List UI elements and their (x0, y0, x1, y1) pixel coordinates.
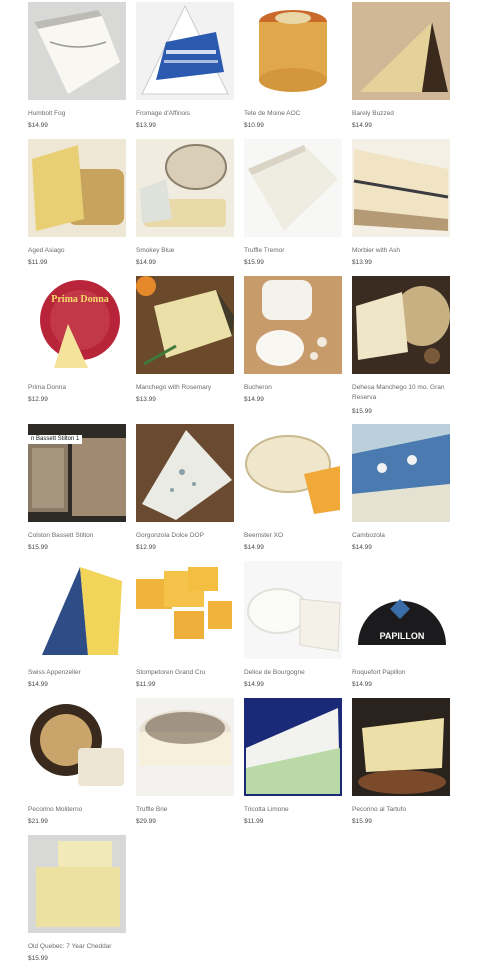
bucheron-image[interactable] (244, 276, 342, 374)
product-name[interactable]: Swiss Appenzeller (28, 668, 126, 678)
aged-asiago-image[interactable] (28, 139, 126, 237)
pecorino-tartufo-image[interactable] (352, 698, 450, 796)
product-name[interactable]: Colston Bassett Stilton (28, 531, 126, 541)
product-name[interactable]: Pecorino Moliterno (28, 805, 126, 815)
product-price: $15.99 (244, 259, 264, 266)
beemster-image[interactable] (244, 424, 342, 522)
product-price: $15.99 (28, 544, 48, 551)
product-price: $29.99 (136, 818, 156, 825)
dehesa-manchego-image[interactable] (352, 276, 450, 374)
smokey-blue-image[interactable] (136, 139, 234, 237)
product-name[interactable]: Pecorino al Tartufo (352, 805, 450, 815)
product-price: $14.99 (28, 681, 48, 688)
barely-buzzed-image[interactable] (352, 2, 450, 100)
product-price: $14.99 (352, 122, 372, 129)
product-price: $12.99 (28, 396, 48, 403)
product-price: $14.99 (244, 396, 264, 403)
product-name[interactable]: Smokey Blue (136, 246, 234, 256)
product-price: $13.99 (352, 259, 372, 266)
product-price: $21.99 (28, 818, 48, 825)
product-price: $14.99 (244, 681, 264, 688)
moliterno-image[interactable] (28, 698, 126, 796)
product-name[interactable]: Manchego with Rosemary (136, 383, 234, 393)
product-name[interactable]: Fromage d'Affinois (136, 109, 234, 119)
cambozola-image[interactable] (352, 424, 450, 522)
product-price: $10.99 (244, 122, 264, 129)
product-name[interactable]: Stompetoren Grand Cru (136, 668, 234, 678)
product-name[interactable]: Cambozola (352, 531, 450, 541)
gorgonzola-image[interactable] (136, 424, 234, 522)
product-name[interactable]: Truffle Tremor (244, 246, 342, 256)
morbier-image[interactable] (352, 139, 450, 237)
product-name[interactable]: Truffle Brie (136, 805, 234, 815)
product-name[interactable]: Roquefort Papillon (352, 668, 450, 678)
svg-text:Prima Donna: Prima Donna (51, 294, 109, 305)
stompetoren-image[interactable] (136, 561, 234, 659)
svg-text:PAPILLON: PAPILLON (380, 631, 425, 641)
prima-donna-image[interactable]: Prima Donna (28, 276, 126, 374)
product-price: $14.99 (136, 259, 156, 266)
humbolt-fog-image[interactable] (28, 2, 126, 100)
product-price: $13.99 (136, 122, 156, 129)
tete-de-moine-image[interactable] (244, 2, 342, 100)
product-name[interactable]: Tricotta Limone (244, 805, 342, 815)
product-name[interactable]: Aged Asiago (28, 246, 126, 256)
product-name[interactable]: Delice de Bourgogne (244, 668, 342, 678)
tricotta-limone-image[interactable] (244, 698, 342, 796)
truffle-brie-image[interactable] (136, 698, 234, 796)
product-price: $11.99 (28, 259, 48, 266)
manchego-rosemary-image[interactable] (136, 276, 234, 374)
image-label: n Bassett Stilton 1 (28, 435, 83, 444)
product-price: $15.99 (352, 818, 372, 825)
product-price: $14.99 (28, 122, 48, 129)
product-name[interactable]: Barely Buzzed (352, 109, 450, 119)
product-name[interactable]: Prima Donna (28, 383, 126, 393)
appenzeller-image[interactable] (28, 561, 126, 659)
product-price: $13.99 (136, 396, 156, 403)
product-name[interactable]: Old Quebec: 7 Year Cheddar (28, 942, 126, 952)
delice-bourgogne-image[interactable] (244, 561, 342, 659)
stilton-image[interactable]: n Bassett Stilton 1 (28, 424, 126, 522)
truffle-tremor-image[interactable] (244, 139, 342, 237)
product-price: $15.99 (352, 408, 372, 415)
product-name[interactable]: Tete de Moine AOC (244, 109, 342, 119)
fromage-daffinois-image[interactable] (136, 2, 234, 100)
product-name[interactable]: Beemster XO (244, 531, 342, 541)
product-name[interactable]: Gorgonzola Dolce DOP (136, 531, 234, 541)
product-name[interactable]: Humbolt Fog (28, 109, 126, 119)
product-price: $14.99 (244, 544, 264, 551)
old-quebec-cheddar-image[interactable] (28, 835, 126, 933)
product-price: $11.99 (136, 681, 156, 688)
product-price: $14.99 (352, 544, 372, 551)
product-price: $14.99 (352, 681, 372, 688)
product-price: $15.99 (28, 955, 48, 962)
roquefort-image[interactable]: PAPILLON (352, 561, 450, 659)
product-price: $11.99 (244, 818, 264, 825)
product-name[interactable]: Dehesa Manchego 10 mo. Gran Reserva (352, 383, 450, 403)
product-price: $12.99 (136, 544, 156, 551)
product-name[interactable]: Morbier with Ash (352, 246, 450, 256)
product-name[interactable]: Bucheron (244, 383, 342, 393)
